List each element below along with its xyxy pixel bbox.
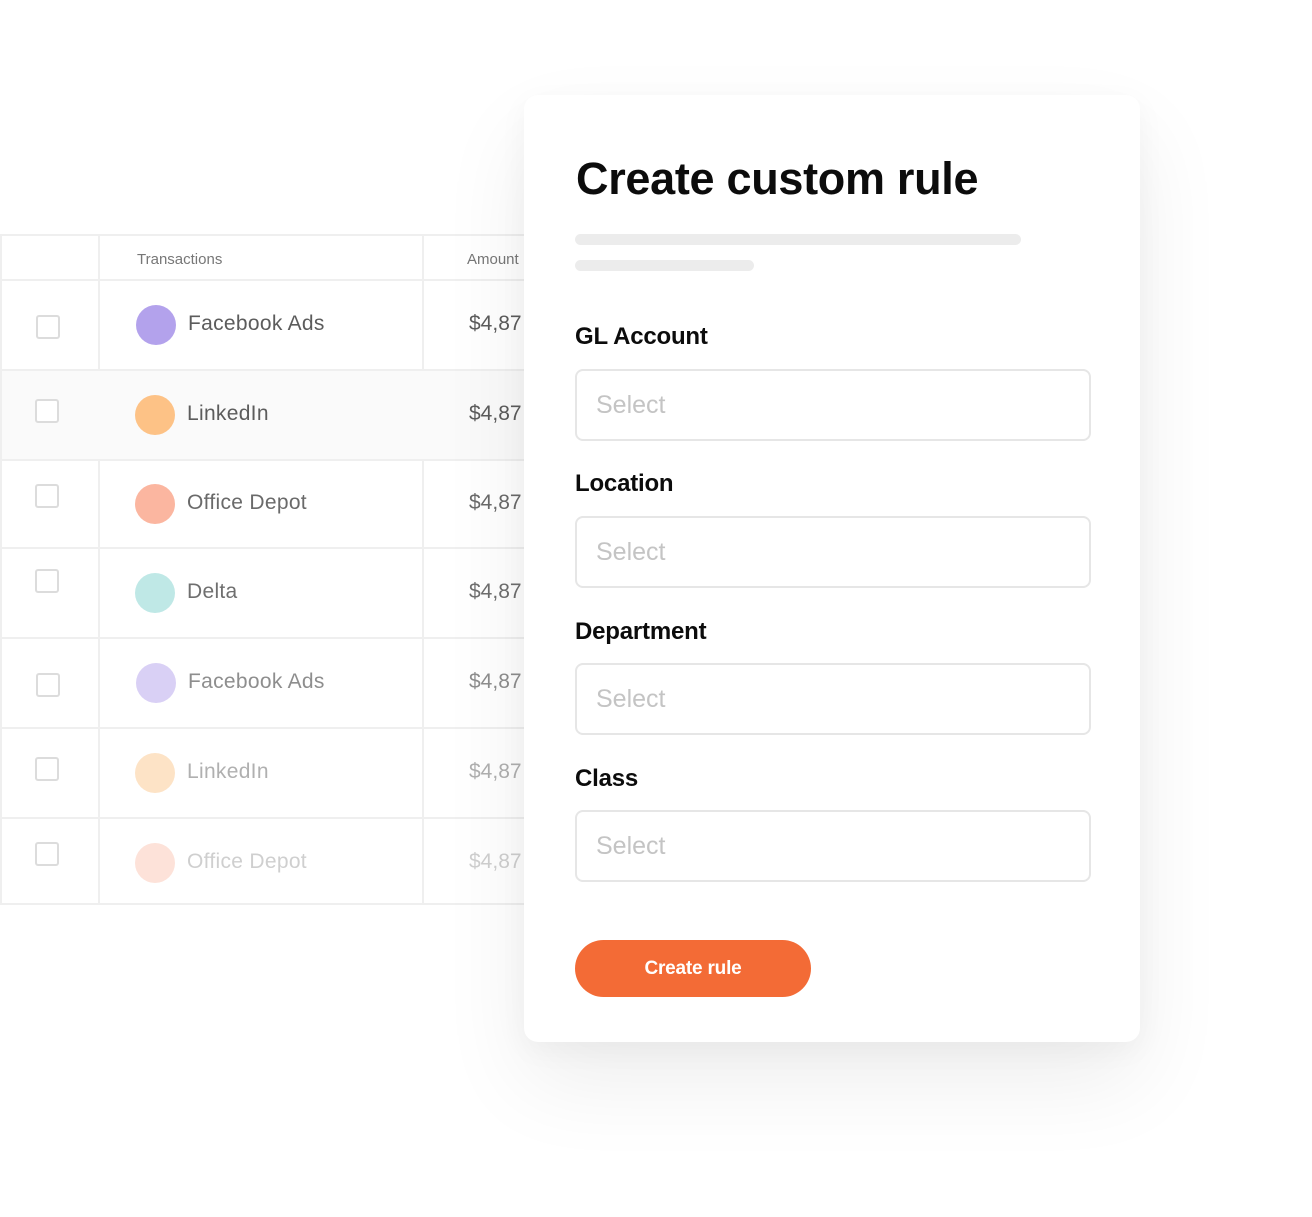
table-row[interactable]: Facebook Ads $4,87 bbox=[2, 639, 524, 729]
transaction-amount: $4,87 bbox=[469, 402, 522, 425]
vendor-avatar bbox=[136, 663, 176, 703]
table-row[interactable]: LinkedIn $4,87 bbox=[2, 371, 524, 461]
table-row[interactable]: Office Depot $4,87 bbox=[2, 461, 524, 549]
vendor-name: Facebook Ads bbox=[188, 312, 325, 335]
transaction-amount: $4,87 bbox=[469, 850, 522, 873]
row-checkbox[interactable] bbox=[35, 842, 59, 866]
vendor-name: Delta bbox=[187, 580, 238, 603]
vendor-avatar bbox=[135, 484, 175, 524]
table-row[interactable]: Office Depot $4,87 bbox=[2, 819, 524, 903]
row-checkbox[interactable] bbox=[35, 569, 59, 593]
skeleton-line bbox=[575, 260, 754, 271]
transaction-amount: $4,87 bbox=[469, 670, 522, 693]
vendor-avatar bbox=[135, 843, 175, 883]
row-checkbox[interactable] bbox=[35, 484, 59, 508]
gl-account-select[interactable]: Select bbox=[575, 369, 1091, 441]
amount-column-header: Amount bbox=[467, 251, 519, 268]
transaction-amount: $4,87 bbox=[469, 580, 522, 603]
transactions-column-header: Transactions bbox=[137, 251, 223, 268]
department-label: Department bbox=[575, 618, 707, 645]
transaction-amount: $4,87 bbox=[469, 312, 522, 335]
vendor-name: Facebook Ads bbox=[188, 670, 325, 693]
table-row[interactable]: Delta $4,87 bbox=[2, 549, 524, 639]
transaction-amount: $4,87 bbox=[469, 491, 522, 514]
vendor-name: Office Depot bbox=[187, 491, 307, 514]
table-header-row: Transactions Amount bbox=[2, 236, 524, 281]
location-select[interactable]: Select bbox=[575, 516, 1091, 588]
skeleton-line bbox=[575, 234, 1021, 245]
gl-account-label: GL Account bbox=[575, 323, 708, 350]
vendor-name: Office Depot bbox=[187, 850, 307, 873]
transaction-amount: $4,87 bbox=[469, 760, 522, 783]
vendor-name: LinkedIn bbox=[187, 760, 269, 783]
table-row[interactable]: Facebook Ads $4,87 bbox=[2, 281, 524, 371]
row-checkbox[interactable] bbox=[35, 757, 59, 781]
location-label: Location bbox=[575, 470, 674, 497]
vendor-name: LinkedIn bbox=[187, 402, 269, 425]
transactions-table: Transactions Amount Facebook Ads $4,87 L… bbox=[0, 234, 524, 905]
vendor-avatar bbox=[136, 305, 176, 345]
vendor-avatar bbox=[135, 573, 175, 613]
row-checkbox[interactable] bbox=[35, 399, 59, 423]
row-checkbox[interactable] bbox=[36, 315, 60, 339]
class-label: Class bbox=[575, 765, 639, 792]
modal-title: Create custom rule bbox=[576, 153, 979, 204]
class-select[interactable]: Select bbox=[575, 810, 1091, 882]
department-select[interactable]: Select bbox=[575, 663, 1091, 735]
vendor-avatar bbox=[135, 395, 175, 435]
create-rule-modal: Create custom rule GL Account Select Loc… bbox=[524, 95, 1140, 1042]
vendor-avatar bbox=[135, 753, 175, 793]
table-row[interactable]: LinkedIn $4,87 bbox=[2, 729, 524, 819]
row-checkbox[interactable] bbox=[36, 673, 60, 697]
create-rule-button[interactable]: Create rule bbox=[575, 940, 811, 997]
